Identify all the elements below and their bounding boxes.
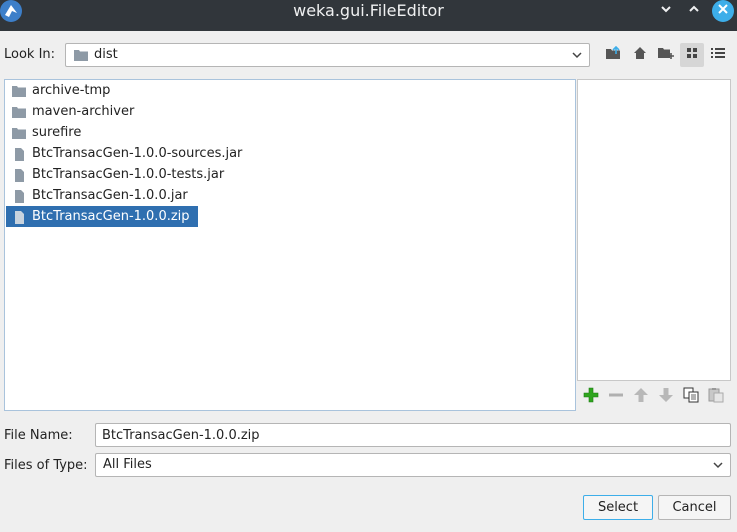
add-button[interactable] xyxy=(580,386,602,408)
up-folder-button[interactable] xyxy=(602,43,626,67)
file-name-field[interactable] xyxy=(95,423,731,447)
close-button[interactable] xyxy=(712,0,734,22)
file-name-label: File Name: xyxy=(4,428,73,443)
file-item-zip-selected[interactable]: BtcTransacGen-1.0.0.zip xyxy=(6,206,198,227)
select-button[interactable]: Select xyxy=(583,495,653,520)
file-name: maven-archiver xyxy=(32,104,135,119)
file-type-combo[interactable]: All Files xyxy=(95,453,731,477)
home-icon xyxy=(633,46,647,64)
file-type-value: All Files xyxy=(103,457,152,472)
file-name-input[interactable] xyxy=(96,424,730,446)
maximize-icon xyxy=(688,3,700,19)
folder-icon xyxy=(12,106,26,118)
list-view-button[interactable] xyxy=(680,43,704,67)
file-item-tests-jar[interactable]: BtcTransacGen-1.0.0-tests.jar xyxy=(6,164,232,185)
file-name: BtcTransacGen-1.0.0.zip xyxy=(32,209,190,224)
folder-icon xyxy=(12,127,26,139)
list-view-icon xyxy=(686,47,698,63)
move-up-button[interactable] xyxy=(630,386,652,408)
file-list[interactable]: archive-tmp maven-archiver surefire BtcT… xyxy=(4,79,576,411)
folder-icon xyxy=(12,85,26,97)
chevron-down-icon xyxy=(571,49,583,65)
file-type-label: Files of Type: xyxy=(4,458,88,473)
folder-item-archive-tmp[interactable]: archive-tmp xyxy=(6,80,118,101)
home-button[interactable] xyxy=(628,43,652,67)
details-view-button[interactable] xyxy=(706,43,730,67)
file-name: BtcTransacGen-1.0.0-sources.jar xyxy=(32,146,243,161)
look-in-value: dist xyxy=(94,47,118,62)
look-in-combo[interactable]: dist xyxy=(65,43,590,67)
look-in-label: Look In: xyxy=(4,47,56,62)
file-name: BtcTransacGen-1.0.0-tests.jar xyxy=(32,167,225,182)
minimize-button[interactable] xyxy=(655,0,677,22)
window-title: weka.gui.FileEditor xyxy=(293,1,444,20)
move-down-icon xyxy=(658,387,674,407)
file-name: surefire xyxy=(32,125,82,140)
move-down-button[interactable] xyxy=(655,386,677,408)
folder-icon xyxy=(74,49,88,65)
folder-item-surefire[interactable]: surefire xyxy=(6,122,89,143)
up-folder-icon xyxy=(606,45,622,64)
file-icon xyxy=(12,168,26,182)
paste-icon xyxy=(708,387,724,407)
maximize-button[interactable] xyxy=(683,0,705,22)
new-folder-icon xyxy=(658,46,674,64)
file-icon xyxy=(12,147,26,161)
file-name: archive-tmp xyxy=(32,83,111,98)
title-bar: weka.gui.FileEditor xyxy=(0,0,737,31)
cancel-button[interactable]: Cancel xyxy=(658,495,731,520)
file-item-sources-jar[interactable]: BtcTransacGen-1.0.0-sources.jar xyxy=(6,143,250,164)
copy-icon xyxy=(683,387,699,407)
chevron-down-icon xyxy=(712,459,724,475)
close-icon xyxy=(717,3,729,19)
minimize-icon xyxy=(660,3,672,19)
file-icon xyxy=(12,189,26,203)
file-icon xyxy=(12,210,26,224)
preview-panel xyxy=(577,79,731,381)
add-icon xyxy=(583,387,599,407)
details-view-icon xyxy=(711,47,725,63)
copy-button[interactable] xyxy=(680,386,702,408)
move-up-icon xyxy=(633,387,649,407)
file-item-jar[interactable]: BtcTransacGen-1.0.0.jar xyxy=(6,185,196,206)
remove-icon xyxy=(608,387,624,407)
paste-button[interactable] xyxy=(705,386,727,408)
remove-button[interactable] xyxy=(605,386,627,408)
file-name: BtcTransacGen-1.0.0.jar xyxy=(32,188,188,203)
folder-item-maven-archiver[interactable]: maven-archiver xyxy=(6,101,142,122)
new-folder-button[interactable] xyxy=(654,43,678,67)
